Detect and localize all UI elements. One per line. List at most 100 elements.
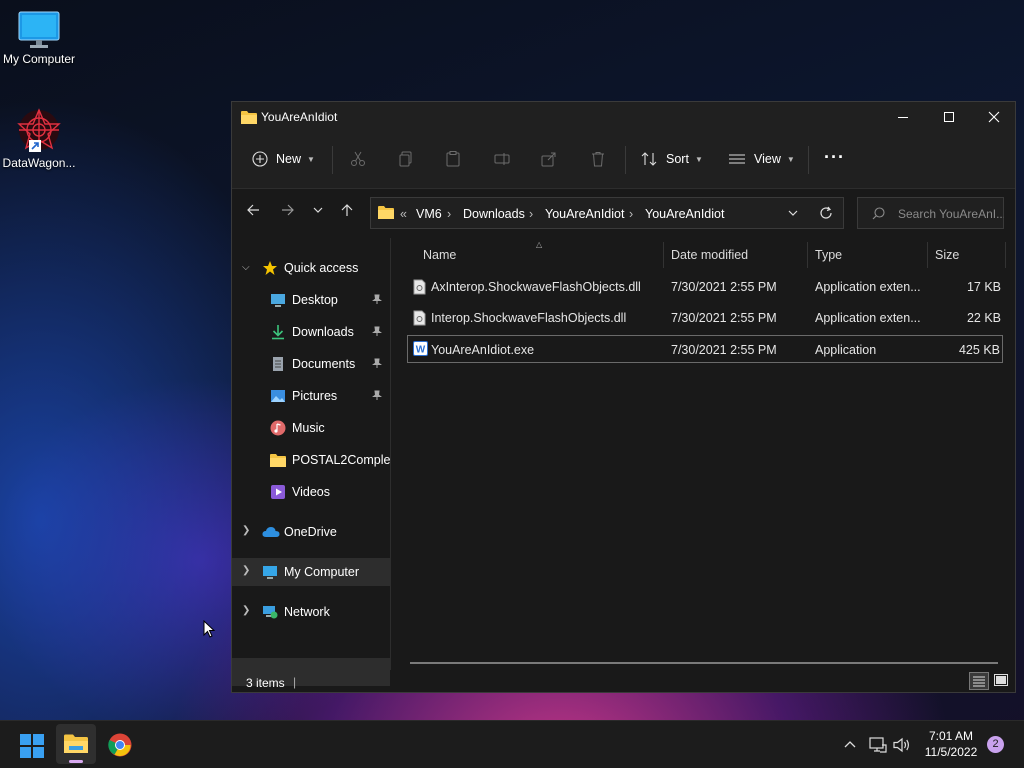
address-bar[interactable]: « VM6 › Downloads › YouAreAnIdiot › YouA… bbox=[370, 197, 844, 229]
sidebar-item-desktop[interactable]: Desktop bbox=[232, 286, 390, 314]
file-explorer-window: YouAreAnIdiot New ▼ Sort ▼ View ▼ ··· « … bbox=[231, 101, 1016, 693]
rename-icon bbox=[494, 153, 510, 165]
windows-logo-icon bbox=[20, 734, 44, 758]
file-size: 17 KB bbox=[966, 280, 1001, 294]
toolbar-divider bbox=[808, 146, 809, 174]
recent-locations-button[interactable] bbox=[312, 203, 324, 221]
tiles-view-button[interactable] bbox=[992, 672, 1010, 690]
desktop-icon-my-computer[interactable]: My Computer bbox=[0, 10, 78, 66]
taskbar-file-explorer-button[interactable] bbox=[56, 724, 96, 764]
rename-button[interactable] bbox=[494, 151, 510, 167]
sidebar-item-label: OneDrive bbox=[284, 525, 337, 539]
sidebar-item-downloads[interactable]: Downloads bbox=[232, 318, 390, 346]
column-header-date[interactable]: Date modified bbox=[671, 248, 748, 262]
share-button[interactable] bbox=[541, 151, 557, 167]
minimize-icon bbox=[898, 117, 908, 118]
copy-button[interactable] bbox=[398, 151, 414, 167]
notification-count-badge: 2 bbox=[992, 738, 999, 750]
maximize-icon bbox=[944, 112, 954, 122]
sort-icon bbox=[641, 152, 657, 166]
sidebar-item-quick-access[interactable]: ⌵ Quick access bbox=[232, 254, 390, 282]
show-hidden-icons-button[interactable] bbox=[843, 737, 857, 756]
chevron-down-icon bbox=[313, 207, 323, 213]
sidebar-item-label: Music bbox=[292, 421, 325, 435]
command-bar: New ▼ Sort ▼ View ▼ ··· bbox=[232, 132, 1015, 189]
sidebar-item-music[interactable]: Music bbox=[232, 414, 390, 442]
chevron-down-icon: ▼ bbox=[307, 154, 315, 164]
breadcrumb-vm6[interactable]: VM6 bbox=[416, 207, 442, 221]
refresh-button[interactable] bbox=[819, 206, 833, 223]
sidebar-item-onedrive[interactable]: ❯ OneDrive bbox=[232, 518, 390, 546]
new-button[interactable]: New ▼ bbox=[252, 151, 315, 167]
column-header-name[interactable]: Name bbox=[423, 248, 456, 262]
cut-button[interactable] bbox=[350, 151, 366, 167]
table-row[interactable]: Interop.ShockwaveFlashObjects.dll 7/30/2… bbox=[407, 304, 1003, 332]
clock-time: 7:01 AM bbox=[928, 729, 974, 743]
network-tray-button[interactable] bbox=[869, 737, 887, 758]
sidebar-item-label: Videos bbox=[292, 485, 330, 499]
copy-icon bbox=[399, 151, 412, 167]
datawagon-shortcut-icon bbox=[15, 106, 63, 154]
clock[interactable]: 7:01 AM 11/5/2022 bbox=[918, 728, 984, 760]
sort-button[interactable]: Sort ▼ bbox=[640, 151, 703, 167]
start-button[interactable] bbox=[20, 734, 44, 763]
breadcrumb-youareanidiot[interactable]: YouAreAnIdiot bbox=[545, 207, 624, 221]
column-header-type[interactable]: Type bbox=[815, 248, 842, 262]
status-divider: | bbox=[293, 675, 297, 689]
maximize-button[interactable] bbox=[926, 102, 972, 132]
search-placeholder: Search YouAreAnI... bbox=[898, 207, 1004, 221]
breadcrumb-overflow[interactable]: « bbox=[400, 207, 407, 221]
window-title: YouAreAnIdiot bbox=[261, 110, 338, 124]
file-list: △ Name Date modified Type Size AxInterop… bbox=[391, 238, 1015, 670]
file-explorer-icon bbox=[64, 733, 88, 758]
table-row[interactable]: AxInterop.ShockwaveFlashObjects.dll 7/30… bbox=[407, 273, 1003, 301]
document-icon bbox=[270, 356, 286, 375]
file-name: YouAreAnIdiot.exe bbox=[431, 343, 535, 357]
taskbar: 7:01 AM 11/5/2022 2 bbox=[0, 720, 1024, 768]
column-header-size[interactable]: Size bbox=[935, 248, 959, 262]
details-view-button[interactable] bbox=[969, 672, 989, 690]
sidebar-item-label: Quick access bbox=[284, 261, 359, 275]
sidebar-item-pictures[interactable]: Pictures bbox=[232, 382, 390, 410]
more-options-button[interactable]: ··· bbox=[824, 147, 845, 168]
title-bar[interactable]: YouAreAnIdiot bbox=[232, 102, 1015, 132]
search-box[interactable]: Search YouAreAnI... bbox=[857, 197, 1004, 229]
sidebar-item-my-computer[interactable]: ❯ My Computer bbox=[232, 558, 390, 586]
sidebar-item-label: Documents bbox=[292, 357, 356, 371]
address-dropdown-button[interactable] bbox=[787, 207, 799, 222]
up-button[interactable] bbox=[340, 203, 354, 221]
sidebar-item-documents[interactable]: Documents bbox=[232, 350, 390, 378]
tiles-view-icon bbox=[994, 674, 1008, 686]
active-app-indicator bbox=[69, 760, 83, 763]
forward-button[interactable] bbox=[281, 203, 295, 221]
breadcrumb-separator: › bbox=[447, 207, 452, 221]
taskbar-chrome-button[interactable] bbox=[108, 733, 132, 762]
view-button[interactable]: View ▼ bbox=[728, 151, 795, 167]
desktop-icon-datawagon[interactable]: DataWagon... bbox=[0, 106, 78, 170]
paste-button[interactable] bbox=[445, 151, 461, 167]
minimize-button[interactable] bbox=[880, 102, 926, 132]
breadcrumb-separator: › bbox=[629, 207, 634, 221]
file-type: Application exten... bbox=[815, 280, 921, 294]
sidebar-item-videos[interactable]: Videos bbox=[232, 478, 390, 506]
breadcrumb-downloads[interactable]: Downloads bbox=[463, 207, 525, 221]
table-row[interactable]: W YouAreAnIdiot.exe 7/30/2021 2:55 PM Ap… bbox=[407, 335, 1003, 363]
star-icon bbox=[262, 260, 278, 279]
mouse-cursor-icon bbox=[203, 619, 216, 645]
address-row: « VM6 › Downloads › YouAreAnIdiot › YouA… bbox=[232, 189, 1015, 237]
back-button[interactable] bbox=[246, 203, 260, 221]
column-divider bbox=[663, 242, 664, 268]
horizontal-scrollbar[interactable] bbox=[410, 662, 998, 664]
sidebar-item-postal2complete[interactable]: POSTAL2Complete bbox=[232, 446, 390, 474]
speaker-icon bbox=[893, 737, 909, 753]
notification-center-button[interactable]: 2 bbox=[987, 736, 1004, 753]
sidebar-item-network[interactable]: ❯ Network bbox=[232, 598, 390, 626]
chevron-down-icon: ▼ bbox=[786, 154, 795, 164]
pin-icon bbox=[372, 326, 382, 336]
volume-tray-button[interactable] bbox=[893, 737, 911, 758]
close-button[interactable] bbox=[971, 102, 1017, 132]
breadcrumb-current[interactable]: YouAreAnIdiot bbox=[645, 207, 724, 221]
delete-button[interactable] bbox=[590, 151, 606, 167]
chevron-right-icon: ❯ bbox=[242, 565, 251, 576]
exe-file-icon: W bbox=[413, 341, 428, 359]
